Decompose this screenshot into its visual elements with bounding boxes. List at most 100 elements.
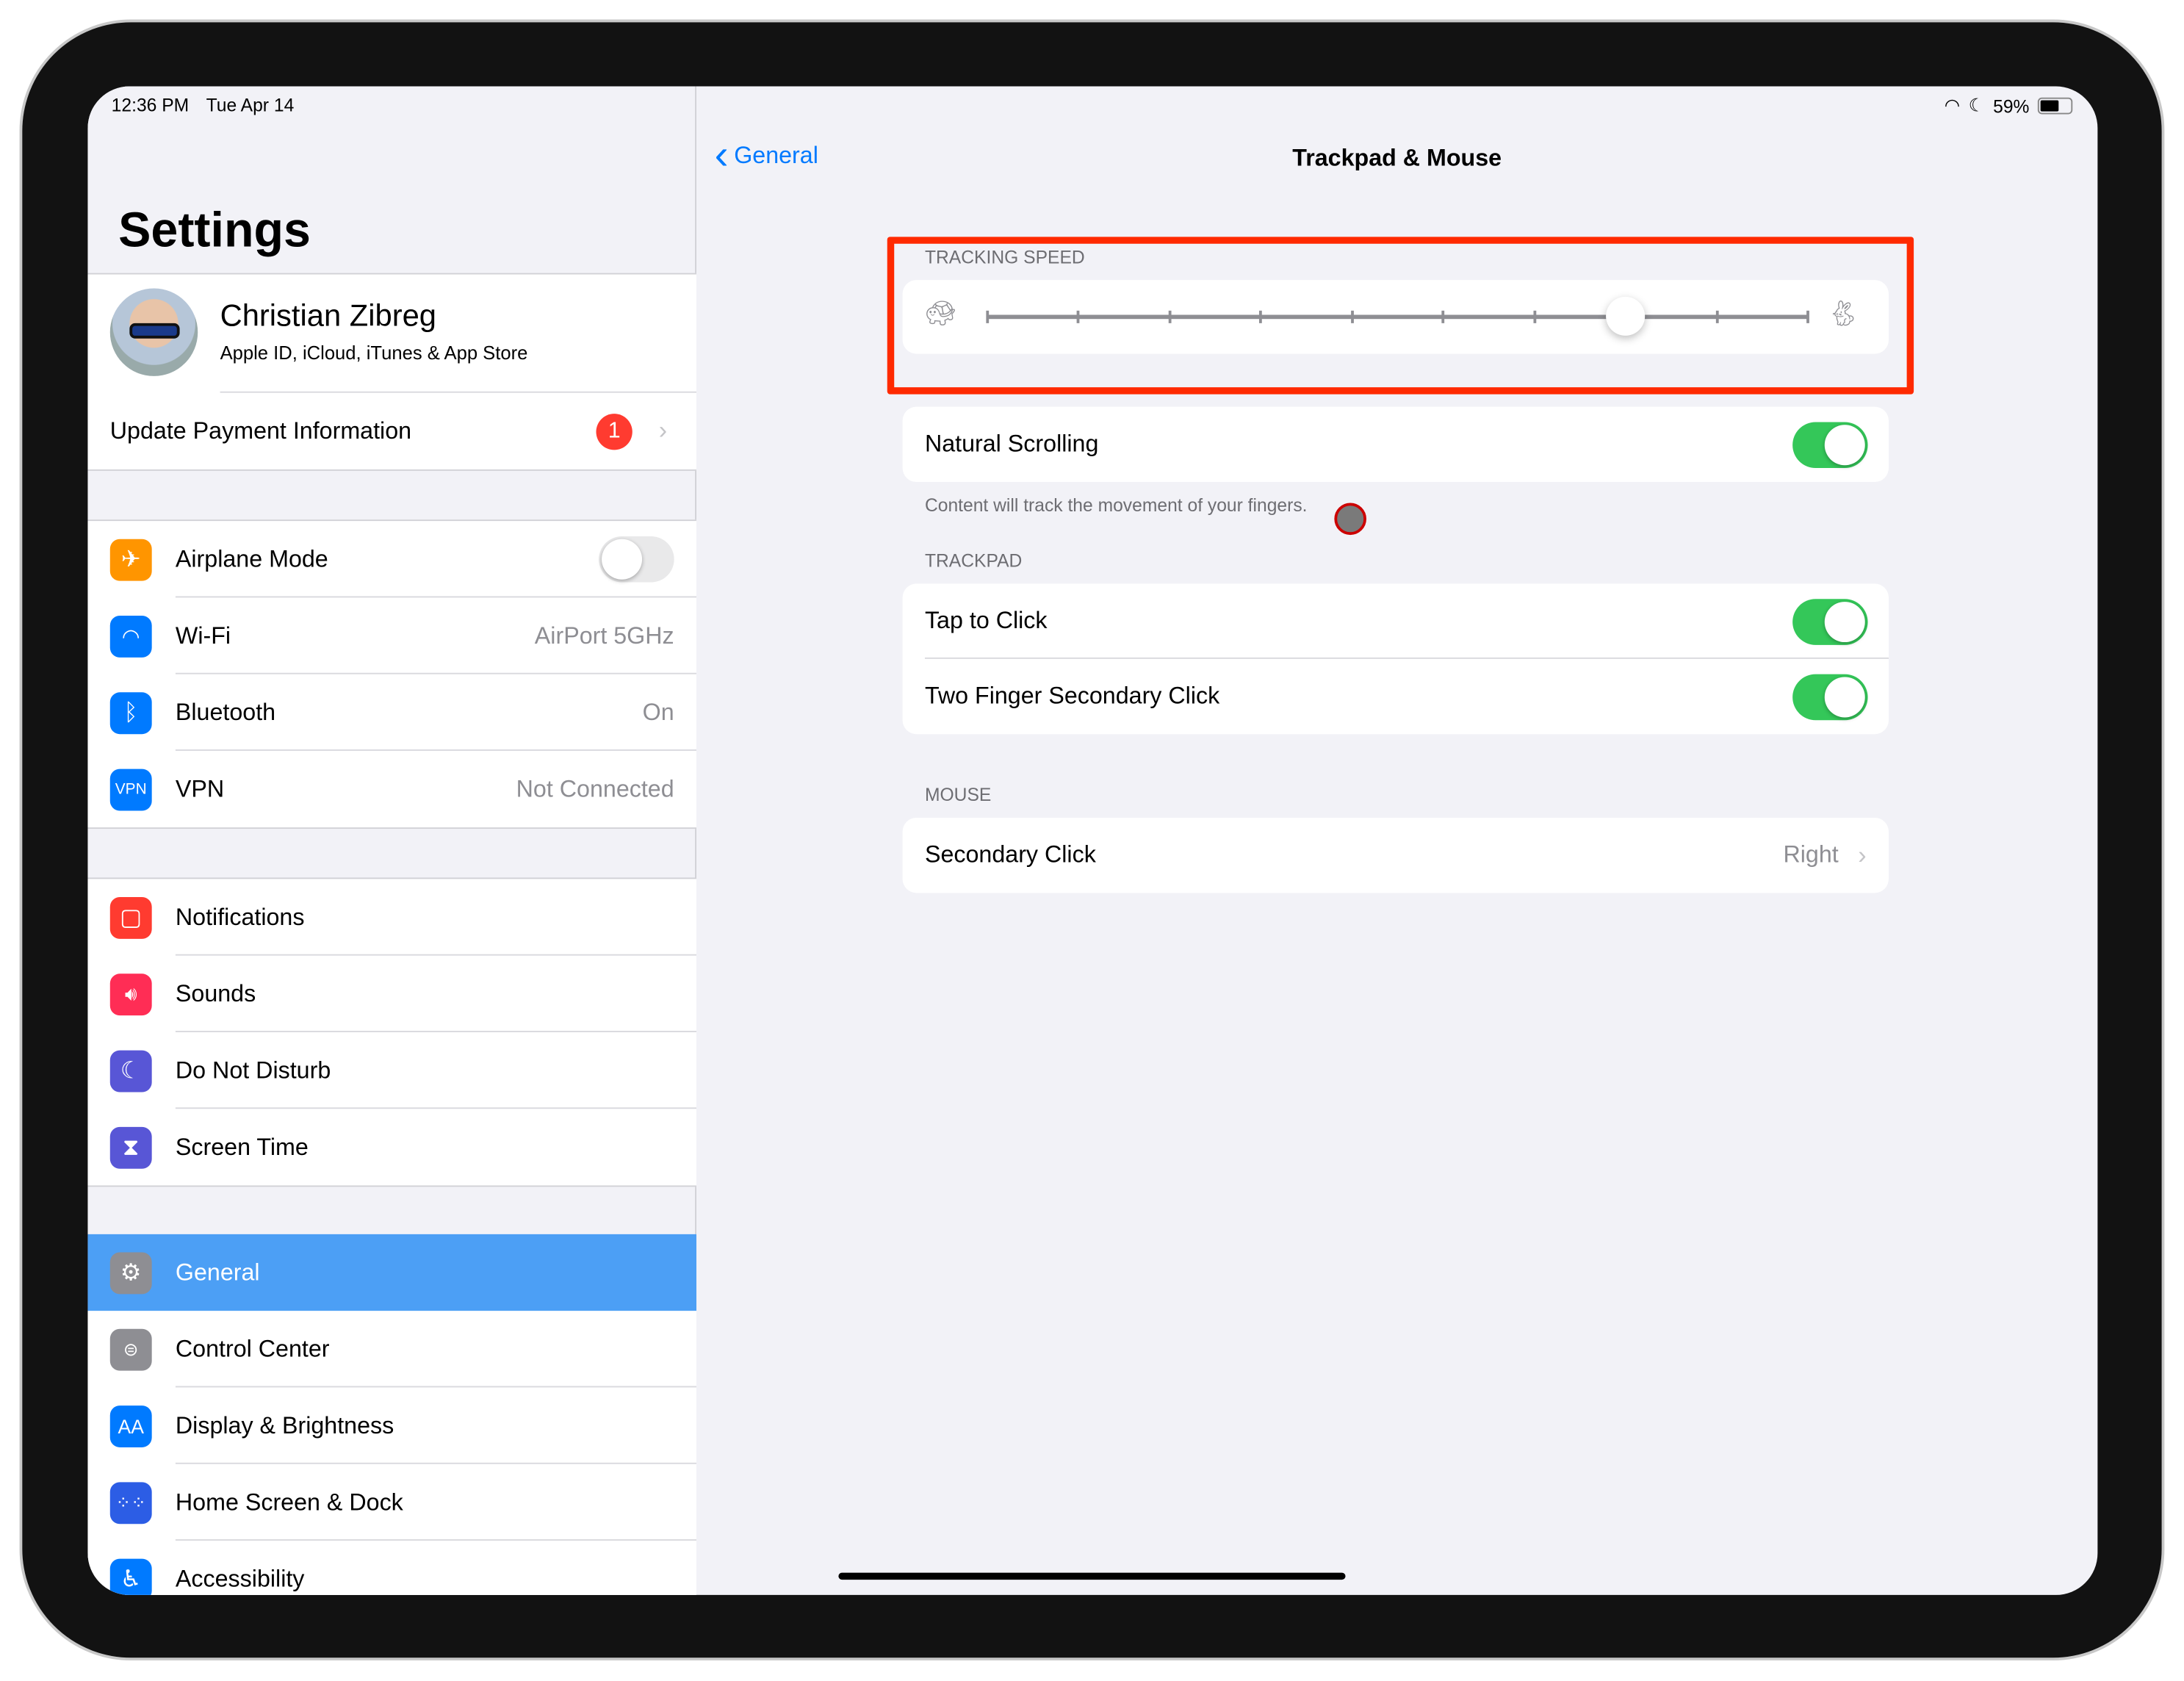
airplane-icon: ✈	[109, 538, 152, 580]
mouse-card: Secondary Click Right ›	[902, 817, 1889, 893]
natural-scrolling-toggle[interactable]	[1792, 422, 1868, 469]
natural-scrolling-footer: Content will track the movement of your …	[924, 494, 1308, 516]
sidebar-item-wifi[interactable]: ◠ Wi-Fi AirPort 5GHz	[87, 597, 696, 674]
two-finger-secondary-click-label: Two Finger Secondary Click	[924, 683, 1220, 710]
sidebar-item-accessibility[interactable]: ♿︎ Accessibility	[87, 1541, 696, 1595]
chevron-right-icon: ›	[1858, 840, 1867, 869]
general-group: ⚙ General ⊜ Control Center AA Display & …	[87, 1234, 696, 1595]
moon-icon: ☾	[109, 1049, 152, 1092]
notification-badge: 1	[596, 413, 633, 450]
screen: 12:36 PM Tue Apr 14 Settings Christian Z…	[87, 86, 2098, 1595]
vpn-value: Not Connected	[516, 775, 674, 802]
wifi-icon: ◠	[109, 615, 152, 657]
tap-to-click-toggle[interactable]	[1792, 599, 1868, 645]
sidebar-item-label: Airplane Mode	[175, 545, 328, 572]
battery-icon	[2037, 97, 2073, 115]
sidebar-item-label: Screen Time	[175, 1133, 309, 1160]
sidebar-item-do-not-disturb[interactable]: ☾ Do Not Disturb	[87, 1032, 696, 1109]
battery-percent: 59%	[1993, 95, 2030, 117]
sidebar-item-label: General	[175, 1259, 260, 1286]
pointer-cursor	[1334, 503, 1366, 536]
slider-tick	[1806, 310, 1809, 323]
tap-to-click-label: Tap to Click	[924, 607, 1048, 634]
natural-scrolling-card: Natural Scrolling	[902, 406, 1889, 483]
sidebar-item-home-screen-dock[interactable]: ⁘⁘ Home Screen & Dock	[87, 1464, 696, 1541]
vpn-icon: VPN	[109, 768, 152, 810]
switches-icon: ⊜	[109, 1328, 152, 1370]
connectivity-group: ✈ Airplane Mode ◠ Wi-Fi AirPort 5GHz ᛒ B…	[87, 519, 696, 829]
profile-group: Christian Zibreg Apple ID, iCloud, iTune…	[87, 273, 696, 471]
sidebar-item-airplane-mode[interactable]: ✈ Airplane Mode	[87, 521, 696, 598]
secondary-click-row[interactable]: Secondary Click Right ›	[903, 818, 1889, 893]
sidebar-item-label: Sounds	[175, 979, 256, 1007]
tracking-speed-slider[interactable]	[986, 296, 1809, 336]
bluetooth-icon: ᛒ	[109, 691, 152, 734]
moon-icon: ☾	[1968, 94, 1985, 116]
natural-scrolling-label: Natural Scrolling	[924, 430, 1099, 457]
sidebar-item-screen-time[interactable]: ⧗ Screen Time	[87, 1109, 696, 1185]
status-right: ◠ ☾ 59%	[1944, 94, 2073, 117]
trackpad-header: TRACKPAD	[924, 550, 1023, 572]
sidebar-item-label: Control Center	[175, 1335, 330, 1362]
detail-title: Trackpad & Mouse	[1292, 145, 1502, 172]
slider-tick	[1441, 310, 1445, 323]
sidebar-item-label: Wi-Fi	[175, 622, 231, 649]
slider-tick	[986, 310, 990, 323]
tracking-speed-header: TRACKING SPEED	[924, 246, 1085, 268]
slider-tick	[1532, 310, 1536, 323]
profile-name: Christian Zibreg	[220, 298, 436, 334]
slider-tick	[1715, 310, 1718, 323]
page-title: Settings	[118, 203, 311, 258]
trackpad-card: Tap to Click Two Finger Secondary Click	[902, 583, 1889, 735]
secondary-click-value: Right	[1783, 841, 1839, 868]
sidebar-item-label: Do Not Disturb	[175, 1057, 331, 1084]
secondary-click-label: Secondary Click	[924, 841, 1096, 868]
grid-icon: ⁘⁘	[109, 1481, 152, 1524]
sidebar-item-label: Display & Brightness	[175, 1411, 394, 1439]
status-date: Tue Apr 14	[206, 94, 295, 116]
accessibility-icon: ♿︎	[109, 1558, 152, 1595]
sidebar-item-control-center[interactable]: ⊜ Control Center	[87, 1311, 696, 1388]
natural-scrolling-row: Natural Scrolling	[903, 407, 1889, 482]
update-payment-row[interactable]: Update Payment Information 1 ›	[87, 393, 696, 469]
slider-tick	[1259, 310, 1263, 323]
tap-to-click-row: Tap to Click	[903, 583, 1889, 659]
sidebar-item-label: Bluetooth	[175, 698, 276, 725]
airplane-mode-toggle[interactable]	[599, 536, 674, 583]
update-payment-label: Update Payment Information	[109, 417, 412, 444]
sidebar-item-notifications[interactable]: ▢ Notifications	[87, 879, 696, 956]
slider-tick	[1168, 310, 1172, 323]
sidebar-item-vpn[interactable]: VPN VPN Not Connected	[87, 751, 696, 827]
slider-tick	[1350, 310, 1354, 323]
rabbit-icon: 🐇︎	[1827, 299, 1859, 328]
sidebar-item-label: VPN	[175, 775, 225, 802]
status-time: 12:36 PM	[111, 94, 190, 116]
sidebar-item-label: Notifications	[175, 903, 305, 930]
sidebar-item-general[interactable]: ⚙ General	[87, 1234, 696, 1311]
wifi-icon: ◠	[1944, 94, 1961, 116]
profile-row[interactable]: Christian Zibreg Apple ID, iCloud, iTune…	[87, 275, 696, 393]
sidebar-item-label: Accessibility	[175, 1565, 305, 1592]
sidebar-item-sounds[interactable]: 🔊︎ Sounds	[87, 956, 696, 1032]
two-finger-secondary-click-row: Two Finger Secondary Click	[903, 659, 1889, 734]
notifications-icon: ▢	[109, 896, 152, 938]
speaker-icon: 🔊︎	[109, 973, 152, 1015]
sidebar-item-bluetooth[interactable]: ᛒ Bluetooth On	[87, 674, 696, 751]
sidebar-item-display-brightness[interactable]: AA Display & Brightness	[87, 1387, 696, 1464]
mouse-header: MOUSE	[924, 784, 992, 805]
home-indicator[interactable]	[838, 1572, 1346, 1580]
turtle-icon: 🐢︎	[924, 299, 957, 328]
notifications-group: ▢ Notifications 🔊︎ Sounds ☾ Do Not Distu…	[87, 877, 696, 1187]
chevron-right-icon: ›	[658, 416, 668, 444]
slider-thumb[interactable]	[1606, 296, 1646, 336]
sidebar: 12:36 PM Tue Apr 14 Settings Christian Z…	[87, 86, 696, 1595]
text-size-icon: AA	[109, 1405, 152, 1447]
profile-subtitle: Apple ID, iCloud, iTunes & App Store	[220, 342, 528, 364]
two-finger-secondary-click-toggle[interactable]	[1792, 674, 1868, 721]
slider-tick	[1077, 310, 1081, 323]
wifi-value: AirPort 5GHz	[534, 622, 674, 649]
hourglass-icon: ⧗	[109, 1126, 152, 1168]
gear-icon: ⚙	[109, 1251, 152, 1294]
tracking-speed-card: 🐢︎ 🐇︎	[902, 280, 1889, 354]
bluetooth-value: On	[642, 698, 674, 725]
